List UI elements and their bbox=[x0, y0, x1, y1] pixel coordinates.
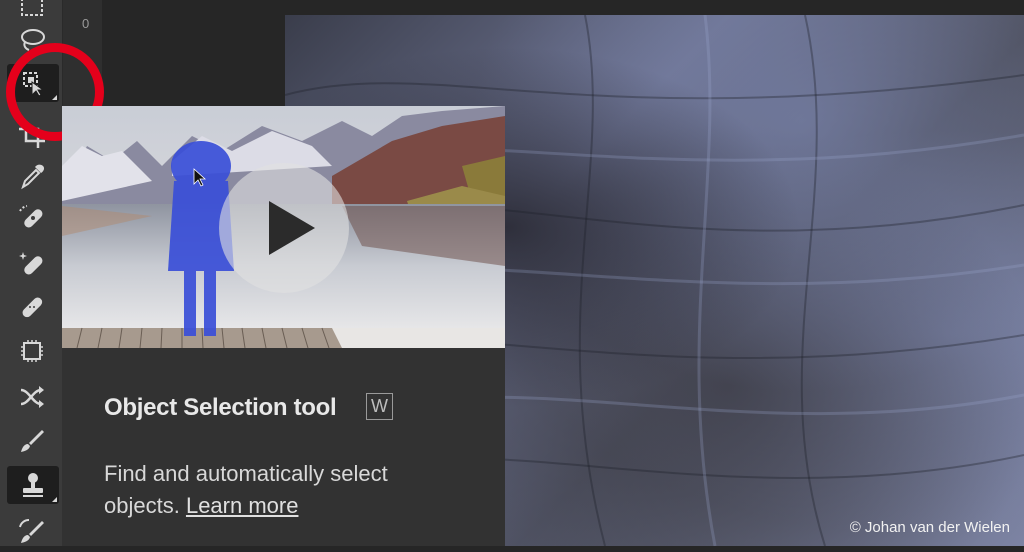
copyright-text: © Johan van der Wielen bbox=[849, 519, 1010, 536]
history-brush-tool[interactable] bbox=[9, 512, 55, 552]
play-button[interactable] bbox=[219, 163, 349, 293]
spot-healing-brush-tool[interactable] bbox=[9, 198, 55, 238]
patch-icon bbox=[21, 340, 43, 362]
patch-tool[interactable] bbox=[9, 331, 55, 371]
brush-tool[interactable] bbox=[9, 421, 55, 461]
shortcut-key-badge: W bbox=[366, 393, 393, 420]
top-bar bbox=[102, 0, 1024, 15]
eyedropper-icon bbox=[21, 164, 45, 190]
ruler-number: 0 bbox=[82, 16, 90, 31]
move-cross-icon bbox=[20, 386, 44, 408]
clone-stamp-tool[interactable] bbox=[7, 466, 59, 504]
brush-icon bbox=[21, 430, 44, 452]
stamp-icon bbox=[23, 473, 43, 497]
eyedropper-tool[interactable] bbox=[9, 156, 55, 196]
tool-group-indicator bbox=[52, 497, 57, 502]
learn-more-link[interactable]: Learn more bbox=[186, 493, 299, 518]
bandage-icon bbox=[22, 297, 43, 318]
spot-healing-icon bbox=[19, 205, 43, 228]
content-aware-move-tool[interactable] bbox=[9, 377, 55, 417]
history-brush-icon bbox=[19, 518, 44, 543]
remove-tool[interactable] bbox=[9, 243, 55, 283]
tooltip-title: Object Selection tool bbox=[104, 394, 337, 421]
rich-tooltip: Object Selection tool W Find and automat… bbox=[62, 106, 505, 546]
remove-tool-icon bbox=[19, 252, 43, 275]
tooltip-description: Find and automatically select objects. L… bbox=[104, 458, 464, 522]
healing-brush-tool[interactable] bbox=[9, 287, 55, 327]
tooltip-video-preview[interactable] bbox=[62, 106, 505, 348]
